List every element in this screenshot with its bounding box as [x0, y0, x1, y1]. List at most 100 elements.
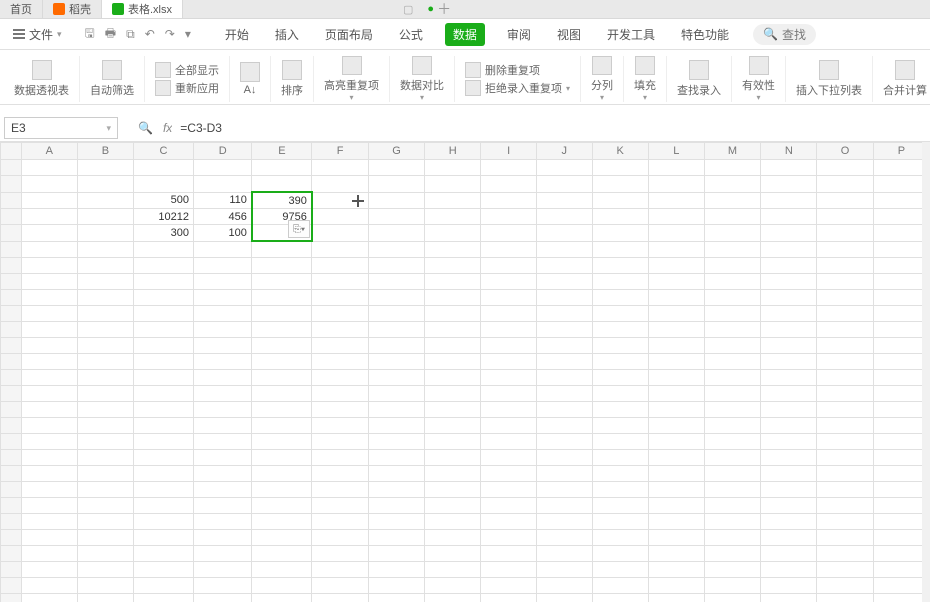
cell-J10[interactable] [536, 306, 592, 322]
cell-B19[interactable] [77, 450, 133, 466]
cell-K11[interactable] [592, 322, 648, 338]
ribbon-tab-insert[interactable]: 插入 [271, 23, 303, 46]
cell-D28[interactable] [193, 594, 251, 603]
cell-M21[interactable] [704, 482, 760, 498]
cell-E23[interactable] [252, 514, 312, 530]
cell-B3[interactable] [77, 192, 133, 209]
cell-A5[interactable] [21, 225, 77, 242]
cell-F14[interactable] [312, 370, 368, 386]
name-box[interactable]: E3▾ [4, 117, 118, 139]
cell-F19[interactable] [312, 450, 368, 466]
cell-B15[interactable] [77, 386, 133, 402]
cell-O13[interactable] [817, 354, 873, 370]
cell-M18[interactable] [704, 434, 760, 450]
cell-N14[interactable] [761, 370, 817, 386]
cell-N25[interactable] [761, 546, 817, 562]
cell-N27[interactable] [761, 578, 817, 594]
cell-K21[interactable] [592, 482, 648, 498]
cell-A9[interactable] [21, 290, 77, 306]
cell-C1[interactable] [133, 160, 193, 176]
cell-M27[interactable] [704, 578, 760, 594]
cell-N13[interactable] [761, 354, 817, 370]
cell-G20[interactable] [368, 466, 424, 482]
cell-J8[interactable] [536, 274, 592, 290]
cell-F16[interactable] [312, 402, 368, 418]
cell-H18[interactable] [425, 434, 481, 450]
cell-N1[interactable] [761, 160, 817, 176]
cell-C19[interactable] [133, 450, 193, 466]
cell-I12[interactable] [481, 338, 536, 354]
cell-H10[interactable] [425, 306, 481, 322]
cell-G21[interactable] [368, 482, 424, 498]
cell-H13[interactable] [425, 354, 481, 370]
cell-J20[interactable] [536, 466, 592, 482]
cell-B23[interactable] [77, 514, 133, 530]
cell-O8[interactable] [817, 274, 873, 290]
cell-E19[interactable] [252, 450, 312, 466]
cell-E22[interactable] [252, 498, 312, 514]
cell-M10[interactable] [704, 306, 760, 322]
cell-B2[interactable] [77, 176, 133, 193]
cell-H16[interactable] [425, 402, 481, 418]
cell-L13[interactable] [648, 354, 704, 370]
cell-G22[interactable] [368, 498, 424, 514]
cell-I7[interactable] [481, 258, 536, 274]
cell-K22[interactable] [592, 498, 648, 514]
col-header-J[interactable]: J [536, 143, 592, 160]
cell-F7[interactable] [312, 258, 368, 274]
cell-E16[interactable] [252, 402, 312, 418]
cell-C17[interactable] [133, 418, 193, 434]
cell-M7[interactable] [704, 258, 760, 274]
cell-J5[interactable] [536, 225, 592, 242]
cell-J1[interactable] [536, 160, 592, 176]
cell-K2[interactable] [592, 176, 648, 193]
cell-M5[interactable] [704, 225, 760, 242]
cell-H21[interactable] [425, 482, 481, 498]
cell-O24[interactable] [817, 530, 873, 546]
cell-N21[interactable] [761, 482, 817, 498]
cell-I21[interactable] [481, 482, 536, 498]
cell-B14[interactable] [77, 370, 133, 386]
ribbon-tab-review[interactable]: 审阅 [503, 23, 535, 46]
cell-H23[interactable] [425, 514, 481, 530]
cell-L28[interactable] [648, 594, 704, 603]
cell-A1[interactable] [21, 160, 77, 176]
cell-L16[interactable] [648, 402, 704, 418]
row-header[interactable] [1, 578, 22, 594]
cell-G10[interactable] [368, 306, 424, 322]
cell-J25[interactable] [536, 546, 592, 562]
cell-H25[interactable] [425, 546, 481, 562]
cell-G6[interactable] [368, 241, 424, 258]
minimize-icon[interactable]: ▢ [403, 3, 413, 16]
cell-N11[interactable] [761, 322, 817, 338]
cell-H22[interactable] [425, 498, 481, 514]
ribbon-tab-layout[interactable]: 页面布局 [321, 23, 377, 46]
cell-H17[interactable] [425, 418, 481, 434]
row-header[interactable] [1, 562, 22, 578]
cell-A12[interactable] [21, 338, 77, 354]
cell-D3[interactable]: 110 [193, 192, 251, 209]
file-menu[interactable]: 文件 ▾ [6, 23, 69, 46]
cell-E8[interactable] [252, 274, 312, 290]
cell-A27[interactable] [21, 578, 77, 594]
col-header-G[interactable]: G [368, 143, 424, 160]
cell-L2[interactable] [648, 176, 704, 193]
btn-text-to-cols[interactable]: 分列▾ [581, 56, 624, 102]
cell-H1[interactable] [425, 160, 481, 176]
cell-A25[interactable] [21, 546, 77, 562]
cell-C6[interactable] [133, 241, 193, 258]
cell-K23[interactable] [592, 514, 648, 530]
cell-O11[interactable] [817, 322, 873, 338]
cell-E3[interactable]: 390 [252, 192, 312, 209]
cell-M28[interactable] [704, 594, 760, 603]
cell-D11[interactable] [193, 322, 251, 338]
cell-F1[interactable] [312, 160, 368, 176]
cell-D27[interactable] [193, 578, 251, 594]
cell-N23[interactable] [761, 514, 817, 530]
cell-A14[interactable] [21, 370, 77, 386]
cell-F23[interactable] [312, 514, 368, 530]
cell-J15[interactable] [536, 386, 592, 402]
cell-O18[interactable] [817, 434, 873, 450]
cell-J17[interactable] [536, 418, 592, 434]
cell-K1[interactable] [592, 160, 648, 176]
